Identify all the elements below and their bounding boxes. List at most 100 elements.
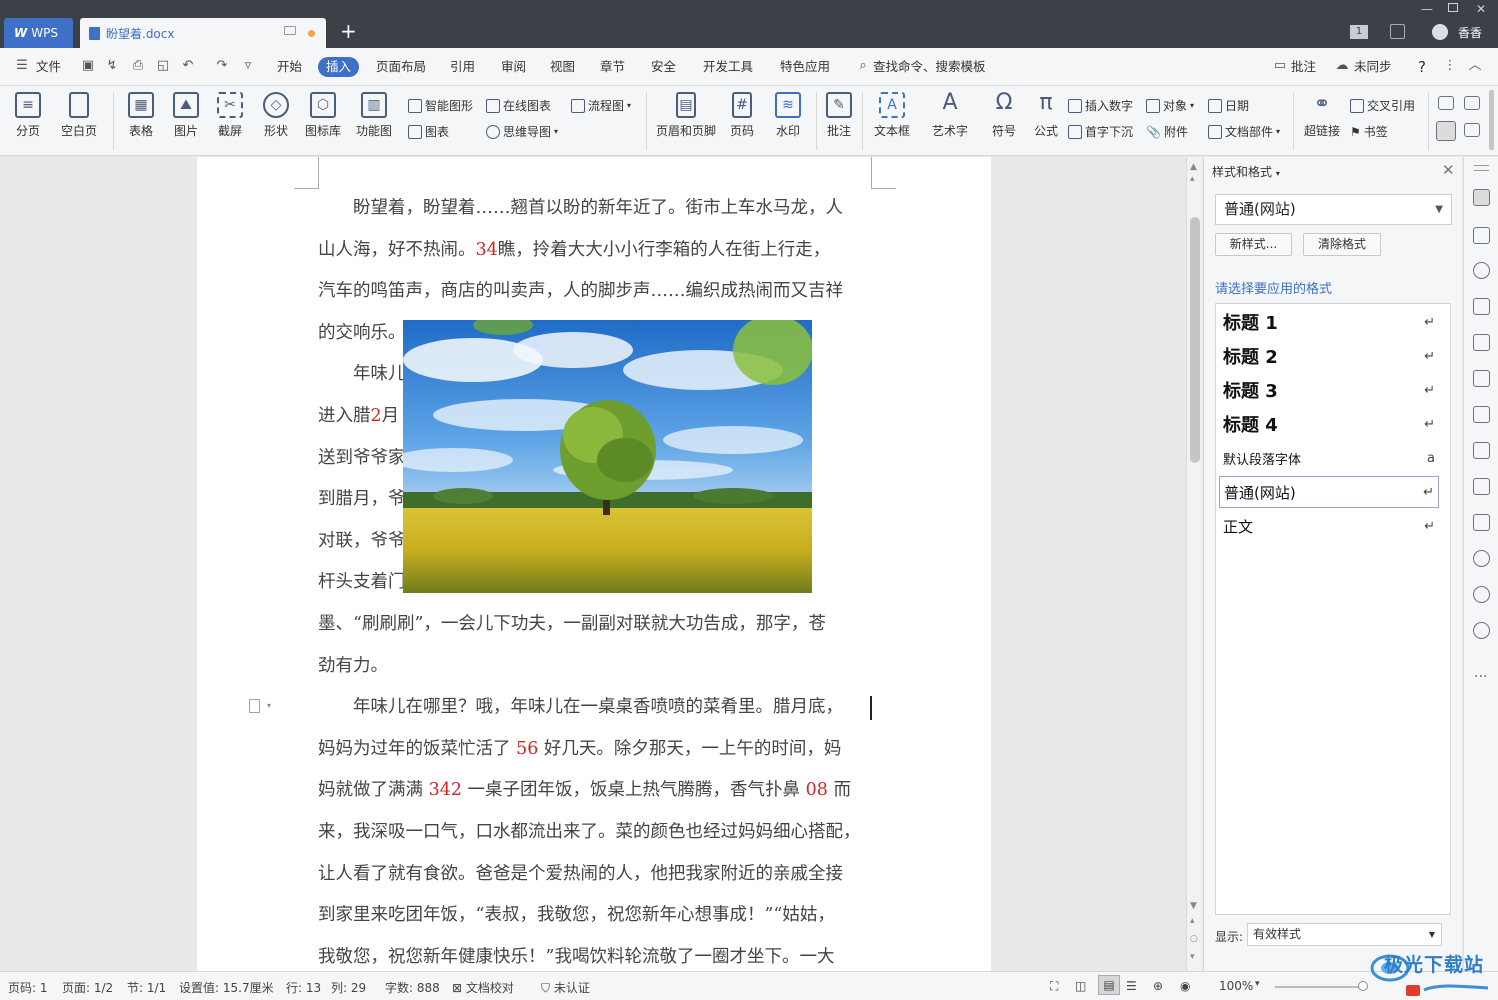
smart-shape-button[interactable]: 智能图形	[408, 97, 473, 114]
style-item[interactable]: 默认段落字体 a	[1219, 442, 1439, 474]
document-line[interactable]: 妈妈为过年的饭菜忙活了 56 好几天。除夕那天，一上午的时间，妈	[318, 729, 871, 771]
zoom-slider-knob[interactable]	[1358, 981, 1368, 991]
document-line[interactable]: 墨、“刷刷刷”，一会儿下功夫，一副副对联就大功告成，那字，苍	[318, 604, 871, 646]
document-page[interactable]: 盼望着，盼望着……翘首以盼的新年近了。街市上车水马龙，人 山人海，好不热闹。34瞧…	[197, 157, 991, 971]
cross-reference-button[interactable]: 交叉引用	[1350, 97, 1415, 114]
more-horizontal-icon[interactable]: ···	[1474, 669, 1487, 685]
style-item[interactable]: 正文 ↵	[1219, 510, 1439, 542]
watermark-button[interactable]: ≋ 水印	[768, 92, 808, 139]
document-scrollbar[interactable]: ▲ ▴ ▼ ▴ ○ ▾	[1186, 157, 1202, 971]
eye-protection-icon[interactable]: ◉	[1180, 979, 1190, 993]
tab-view[interactable]: 视图	[550, 57, 575, 77]
table-icon[interactable]	[1473, 334, 1490, 351]
tab-chapter[interactable]: 章节	[600, 57, 625, 77]
styles-panel-title[interactable]: 样式和格式 ▾	[1212, 163, 1280, 180]
cloud-sync-icon[interactable]: ☁	[1334, 58, 1350, 74]
function-chart-button[interactable]: ▥ 功能图	[350, 92, 398, 139]
browse-object-icon[interactable]: ○	[1190, 935, 1198, 944]
scroll-up-icon[interactable]: ▲	[1190, 163, 1197, 172]
document-line[interactable]: 年味儿在哪里？哦，年味儿在一桌桌香喷喷的菜肴里。腊月底，	[318, 687, 871, 729]
scroll-down-icon[interactable]: ▼	[1190, 902, 1197, 911]
status-word-count[interactable]: 字数: 888	[385, 979, 440, 996]
status-col[interactable]: 列: 29	[331, 979, 366, 996]
history-icon[interactable]	[1473, 586, 1490, 603]
ribbon-scrollbar[interactable]	[1489, 90, 1494, 150]
document-line[interactable]: 让人看了就有食欲。爸爸是个爱热闹的人，他把我家附近的亲戚全接	[318, 854, 871, 896]
wordart-button[interactable]: A 艺术字	[926, 92, 974, 139]
style-item[interactable]: 普通(网站) ↵	[1219, 476, 1439, 508]
tab-developer[interactable]: 开发工具	[703, 57, 753, 77]
adjust-icon[interactable]	[1473, 370, 1490, 387]
status-page[interactable]: 页面: 1/2	[62, 979, 113, 996]
help-button[interactable]: ?	[1418, 57, 1426, 77]
ink-icon[interactable]	[1473, 298, 1490, 315]
style-item[interactable]: 标题 3 ↵	[1219, 374, 1439, 406]
certification-status[interactable]: ⛉ 未认证	[541, 979, 590, 996]
image-icon[interactable]	[1473, 514, 1490, 531]
textbox-button[interactable]: A 文本框	[868, 92, 916, 139]
file-menu[interactable]: 文件	[36, 57, 61, 77]
page-number-button[interactable]: # 页码	[724, 92, 760, 139]
document-line[interactable]: 盼望着，盼望着……翘首以盼的新年近了。街市上车水马龙，人	[318, 188, 871, 230]
comment-panel-icon[interactable]: ▭	[1272, 58, 1288, 74]
close-icon[interactable]: ✕	[1442, 161, 1455, 179]
scrollbar-thumb[interactable]	[1190, 217, 1200, 463]
export-icon[interactable]: ↯	[104, 58, 120, 74]
document-line[interactable]: 来，我深吸一口气，口水都流出来了。菜的颜色也经过妈妈细心搭配，	[318, 812, 871, 854]
clear-format-button[interactable]: 清除格式	[1303, 233, 1381, 256]
minimize-icon[interactable]: —	[1421, 2, 1433, 16]
tab-page-layout[interactable]: 页面布局	[376, 57, 426, 77]
zoom-level[interactable]: 100%	[1219, 979, 1253, 993]
document-icon[interactable]	[1473, 406, 1490, 423]
document-line[interactable]: 到家里来吃团年饭，“表叔，我敬您，祝您新年心想事成！”“姑姑，	[318, 895, 871, 937]
chevron-down-icon[interactable]: ▾	[267, 701, 271, 710]
inserted-picture[interactable]	[403, 320, 812, 593]
document-line[interactable]: 山人海，好不热闹。34瞧，拎着大大小小行李箱的人在街上行走，	[318, 230, 871, 272]
print-icon[interactable]: ⎙	[130, 58, 146, 74]
document-line[interactable]: 我敬您，祝您新年健康快乐！”我喝饮料轮流敬了一圈才坐下。一大	[318, 937, 871, 971]
screenshot-button[interactable]: ✂ 截屏	[210, 92, 250, 139]
new-tab-button[interactable]: +	[340, 21, 357, 41]
status-page-number[interactable]: 页码: 1	[8, 979, 48, 996]
style-list[interactable]: 标题 1 ↵ 标题 2 ↵ 标题 3 ↵ 标题 4 ↵ 默认段落字体 a 普通(网站) ↵ 正文 ↵	[1215, 303, 1451, 915]
style-item[interactable]: 标题 4 ↵	[1219, 408, 1439, 440]
page-view-icon[interactable]: ▤	[1098, 975, 1120, 995]
date-button[interactable]: 日期	[1208, 97, 1249, 114]
object-button[interactable]: 对象 ▾	[1146, 97, 1194, 114]
prev-page-icon[interactable]: ▴	[1190, 917, 1195, 926]
bookmark-button[interactable]: ⚑ 书签	[1350, 123, 1388, 140]
layout-toggle-icon[interactable]	[1436, 121, 1456, 141]
new-style-button[interactable]: 新样式...	[1215, 233, 1292, 256]
undo-icon[interactable]: ↶	[180, 58, 196, 74]
shape-button[interactable]: ◇ 形状	[256, 92, 296, 139]
current-style-select[interactable]: 普通(网站) ▼	[1215, 194, 1452, 225]
tab-review[interactable]: 审阅	[501, 57, 526, 77]
paragraph-layout-icon[interactable]	[249, 699, 260, 713]
mindmap-button[interactable]: 思维导图 ▾	[486, 123, 558, 140]
panel-toggle-icon[interactable]	[1438, 96, 1454, 110]
select-cursor-icon[interactable]	[1473, 227, 1490, 244]
picture-button[interactable]: ⛰ 图片	[166, 92, 206, 139]
symbol-button[interactable]: Ω 符号	[984, 92, 1024, 139]
chart-button[interactable]: 图表	[408, 123, 449, 140]
show-filter-select[interactable]: 有效样式 ▼	[1247, 923, 1442, 946]
shapes-icon[interactable]	[1473, 262, 1490, 279]
comment-menu[interactable]: 批注	[1291, 57, 1316, 77]
shield-icon[interactable]	[1473, 550, 1490, 567]
zoom-dropdown-icon[interactable]: ▾	[1255, 979, 1260, 989]
tab-references[interactable]: 引用	[450, 57, 475, 77]
tab-security[interactable]: 安全	[651, 57, 676, 77]
formula-button[interactable]: π 公式	[1030, 92, 1062, 139]
attachment-button[interactable]: 📎 附件	[1146, 123, 1188, 140]
insert-comment-button[interactable]: ✎ 批注	[822, 92, 856, 139]
header-footer-button[interactable]: ▤ 页眉和页脚	[653, 92, 719, 139]
fullscreen-icon[interactable]: ⛶	[1050, 979, 1058, 994]
online-chart-button[interactable]: 在线图表	[486, 97, 551, 114]
status-setting[interactable]: 设置值: 15.7厘米	[179, 979, 274, 996]
panel-toggle-icon[interactable]	[1464, 96, 1480, 110]
print-preview-icon[interactable]: ◱	[155, 58, 171, 74]
document-tab[interactable]: 盼望着.docx	[80, 18, 326, 48]
more-vertical-icon[interactable]: ⋮	[1442, 58, 1458, 74]
drop-cap-button[interactable]: 首字下沉	[1068, 123, 1133, 140]
outline-view-icon[interactable]: ☰	[1126, 979, 1137, 993]
